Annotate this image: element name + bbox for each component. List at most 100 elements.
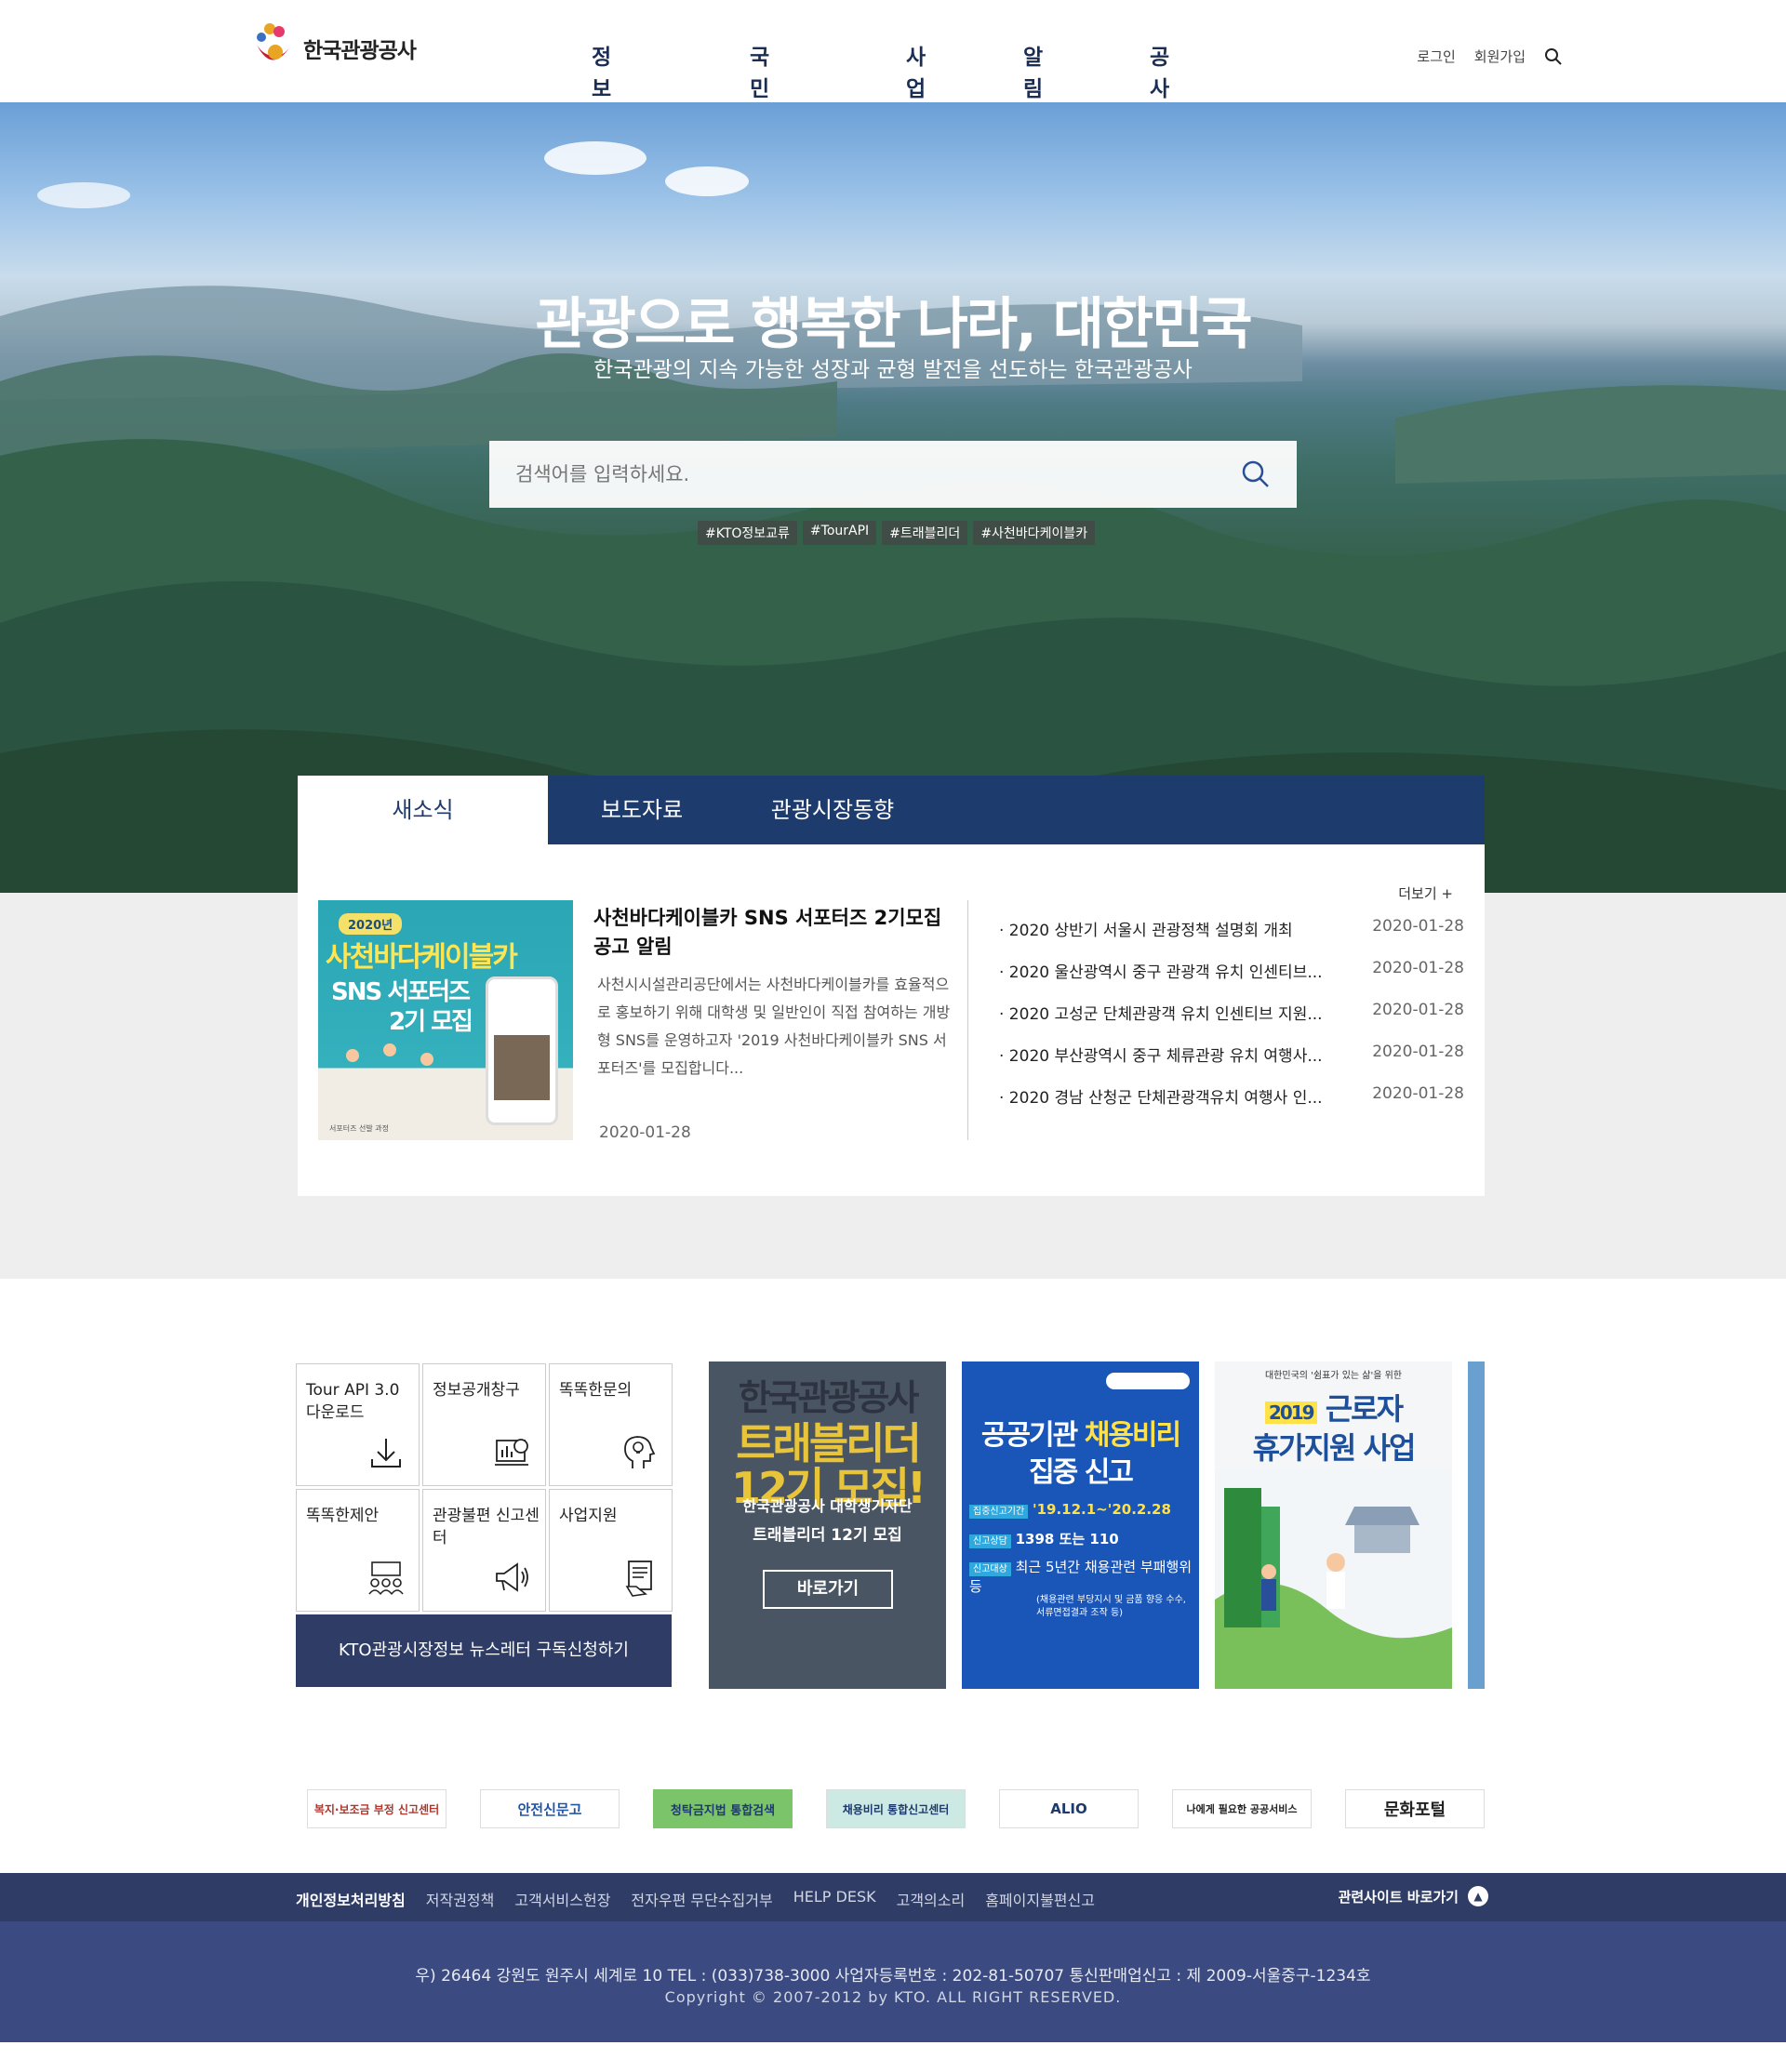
download-icon [371, 1439, 401, 1468]
news-item-date: 2020-01-28 [1372, 917, 1464, 936]
partner-alio[interactable]: ALIO [999, 1789, 1139, 1828]
document-hand-icon [625, 1561, 652, 1597]
quick-link-smart-proposal[interactable]: 똑똑한제안 [296, 1489, 420, 1612]
feature-news-description: 사천시시설관리공단에서는 사천바다케이블카를 효율적으로 홍보하기 위해 대학생… [597, 976, 951, 1077]
image-caption: 서포터즈 선발 과정 [329, 1124, 389, 1133]
main-search-input[interactable] [515, 458, 1222, 491]
footer-address: 우) 26464 강원도 원주시 세계로 10 TEL : (033)738-3… [415, 1967, 1371, 1986]
hashtag[interactable]: #KTO정보교류 [698, 521, 797, 545]
news-item-date: 2020-01-28 [1372, 1001, 1464, 1019]
partner-anticorruption-search[interactable]: 청탁금지법 통합검색 [653, 1789, 793, 1828]
quick-link-label: Tour API 3.0 다운로드 [306, 1381, 400, 1422]
banner2-row-value: 1398 또는 110 [1015, 1531, 1119, 1547]
news-tabs: 새소식 보도자료 관광시장동향 [298, 776, 1485, 844]
partner-welfare-report[interactable]: 복지·보조금 부정 신고센터 [307, 1789, 446, 1828]
quick-link-smart-inquiry[interactable]: 똑똑한문의 [549, 1363, 673, 1486]
hashtag[interactable]: #TourAPI [802, 521, 877, 545]
banner-travel-leader[interactable]: 한국관광공사 트래블리더 12기 모집! 한국관광공사 대학생기자단 트래블리더… [709, 1361, 946, 1689]
tab-market-trends[interactable]: 관광시장동향 [753, 776, 912, 844]
banner2-details: 집중신고기간 '19.12.1~'20.2.28 신고상담 1398 또는 11… [969, 1501, 1193, 1620]
phone-illustration [486, 976, 558, 1125]
more-link[interactable]: 더보기 + [1398, 883, 1453, 903]
related-sites-button[interactable]: 관련사이트 바로가기 ▲ [1339, 1886, 1488, 1906]
banner1-go-button[interactable]: 바로가기 [763, 1570, 893, 1609]
news-item-date: 2020-01-28 [1372, 959, 1464, 977]
quick-link-label: 똑똑한제안 [306, 1507, 380, 1525]
banner-worker-vacation-support[interactable]: 대한민국의 '쉼표가 있는 삶'을 위한 2019 근로자 휴가지원 사업 [1215, 1361, 1452, 1689]
monitor-chart-icon [495, 1439, 528, 1466]
nav-business[interactable]: 사업 [906, 39, 926, 102]
footer-link-privacy[interactable]: 개인정보처리방침 [296, 1888, 406, 1910]
image-title: 사천바다케이블카 [326, 941, 518, 974]
head-bulb-icon [624, 1436, 656, 1468]
footer-link-email-refusal[interactable]: 전자우편 무단수집거부 [631, 1888, 772, 1910]
partner-culture-portal[interactable]: 문화포털 [1345, 1789, 1485, 1828]
news-list-item[interactable]: · 2020 고성군 단체관광객 유치 인센티브 지원... 2020-01-2… [999, 1001, 1464, 1043]
footer-link-site-complaint[interactable]: 홈페이지불편신고 [985, 1888, 1095, 1910]
quick-link-label: 사업지원 [559, 1507, 618, 1525]
tab-new-news[interactable]: 새소식 [298, 776, 548, 844]
search-icon[interactable] [1241, 459, 1271, 489]
banner2-row-key: 신고대상 [969, 1562, 1011, 1576]
hashtag[interactable]: #사천바다케이블카 [973, 521, 1096, 545]
quick-link-business-support[interactable]: 사업지원 [549, 1489, 673, 1612]
tab-press-release[interactable]: 보도자료 [567, 776, 716, 844]
news-list-item[interactable]: · 2020 상반기 서울시 관광정책 설명회 개최 2020-01-28 [999, 917, 1464, 959]
news-divider [967, 900, 968, 1140]
banner1-caption1: 한국관광공사 대학생기자단 [742, 1497, 913, 1515]
site-logo[interactable]: 한국관광공사 [251, 20, 417, 76]
news-item-title: · 2020 울산광역시 중구 관광객 유치 인센티브... [999, 963, 1323, 982]
footer-info: 우) 26464 강원도 원주시 세계로 10 TEL : (033)738-3… [0, 1921, 1786, 2042]
utility-menu: 로그인 회원가입 [1417, 46, 1563, 66]
meeting-icon [368, 1561, 404, 1595]
footer-nav: 개인정보처리방침 저작권정책 고객서비스헌장 전자우편 무단수집거부 HELP … [0, 1873, 1786, 1921]
banner2-row-key: 신고상담 [969, 1534, 1011, 1548]
banner3-title1: 2019 근로자 [1215, 1386, 1452, 1428]
news-item-title: · 2020 상반기 서울시 관광정책 설명회 개최 [999, 922, 1293, 940]
feature-news-title[interactable]: 사천바다케이블카 SNS 서포터즈 2기모집 공고 알림 [593, 904, 947, 962]
related-sites-label: 관련사이트 바로가기 [1338, 1888, 1459, 1906]
news-list-item[interactable]: · 2020 울산광역시 중구 관광객 유치 인센티브... 2020-01-2… [999, 959, 1464, 1001]
news-item-date: 2020-01-28 [1372, 1043, 1464, 1061]
image-year-badge: 2020년 [339, 913, 403, 935]
logo-text: 한국관광공사 [303, 39, 417, 63]
banner2-row-value: '19.12.1~'20.2.28 [1032, 1501, 1171, 1518]
nav-notice[interactable]: 알림 [1023, 39, 1043, 102]
footer-link-service-charter[interactable]: 고객서비스헌장 [514, 1888, 610, 1910]
partner-safety-report[interactable]: 안전신문고 [480, 1789, 620, 1828]
megaphone-icon [496, 1562, 528, 1592]
banner2-row-key: 집중신고기간 [969, 1505, 1029, 1519]
site-header: 한국관광공사 정보공개 국민참여 사업 알림 공사 로그인 회원가입 [0, 0, 1786, 165]
login-link[interactable]: 로그인 [1417, 46, 1455, 66]
footer-link-help-desk[interactable]: HELP DESK [793, 1888, 876, 1910]
quick-link-tour-api[interactable]: Tour API 3.0 다운로드 [296, 1363, 420, 1486]
nav-corporation[interactable]: 공사 [1150, 39, 1169, 102]
news-item-title: · 2020 부산광역시 중구 체류관광 유치 여행사... [999, 1047, 1323, 1066]
hashtag[interactable]: #트래블리더 [882, 521, 968, 545]
newsletter-subscribe-button[interactable]: KTO관광시장정보 뉴스레터 구독신청하기 [296, 1614, 672, 1687]
partner-public-service[interactable]: 나에게 필요한 공공서비스 [1172, 1789, 1312, 1828]
news-list-item[interactable]: · 2020 부산광역시 중구 체류관광 유치 여행사... 2020-01-2… [999, 1043, 1464, 1084]
banner1-caption2: 트래블리더 12기 모집 [753, 1526, 902, 1545]
quick-link-complaint-center[interactable]: 관광불편 신고센터 [422, 1489, 546, 1612]
news-item-title: · 2020 경남 산청군 단체관광객유치 여행사 인... [999, 1089, 1323, 1108]
footer-link-copyright-policy[interactable]: 저작권정책 [426, 1888, 495, 1910]
page-bottom-space [0, 2042, 1786, 2072]
footer-link-customer-voice[interactable]: 고객의소리 [897, 1888, 966, 1910]
banner-next-partial[interactable] [1468, 1361, 1485, 1689]
news-panel: 더보기 + 2020년 사천바다케이블카 SNS 서포터즈 2기 모집 서포터즈… [298, 844, 1485, 1196]
signup-link[interactable]: 회원가입 [1474, 46, 1526, 66]
quick-link-info-window[interactable]: 정보공개창구 [422, 1363, 546, 1486]
footer-copyright: Copyright © 2007-2012 by KTO. ALL RIGHT … [664, 1988, 1122, 2006]
banner4-partial-glyph [1468, 1473, 1485, 1510]
news-list-item[interactable]: · 2020 경남 산청군 단체관광객유치 여행사 인... 2020-01-2… [999, 1084, 1464, 1126]
feature-news-image[interactable]: 2020년 사천바다케이블카 SNS 서포터즈 2기 모집 서포터즈 선발 과정 [318, 900, 573, 1140]
search-icon[interactable] [1544, 47, 1563, 66]
hero-title: 관광으로 행복한 나라, 대한민국 [535, 292, 1252, 357]
banner-hiring-corruption-report[interactable]: 공공기관 채용비리 집중 신고 집중신고기간 '19.12.1~'20.2.28… [962, 1361, 1199, 1689]
news-item-date: 2020-01-28 [1372, 1084, 1464, 1103]
hero-section: 관광으로 행복한 나라, 대한민국 한국관광의 지속 가능한 성장과 균형 발전… [0, 102, 1786, 893]
news-list: · 2020 상반기 서울시 관광정책 설명회 개최 2020-01-28 · … [999, 917, 1464, 1126]
partner-hiring-report[interactable]: 채용비리 통합신고센터 [826, 1789, 966, 1828]
feature-news-date: 2020-01-28 [599, 1123, 691, 1142]
